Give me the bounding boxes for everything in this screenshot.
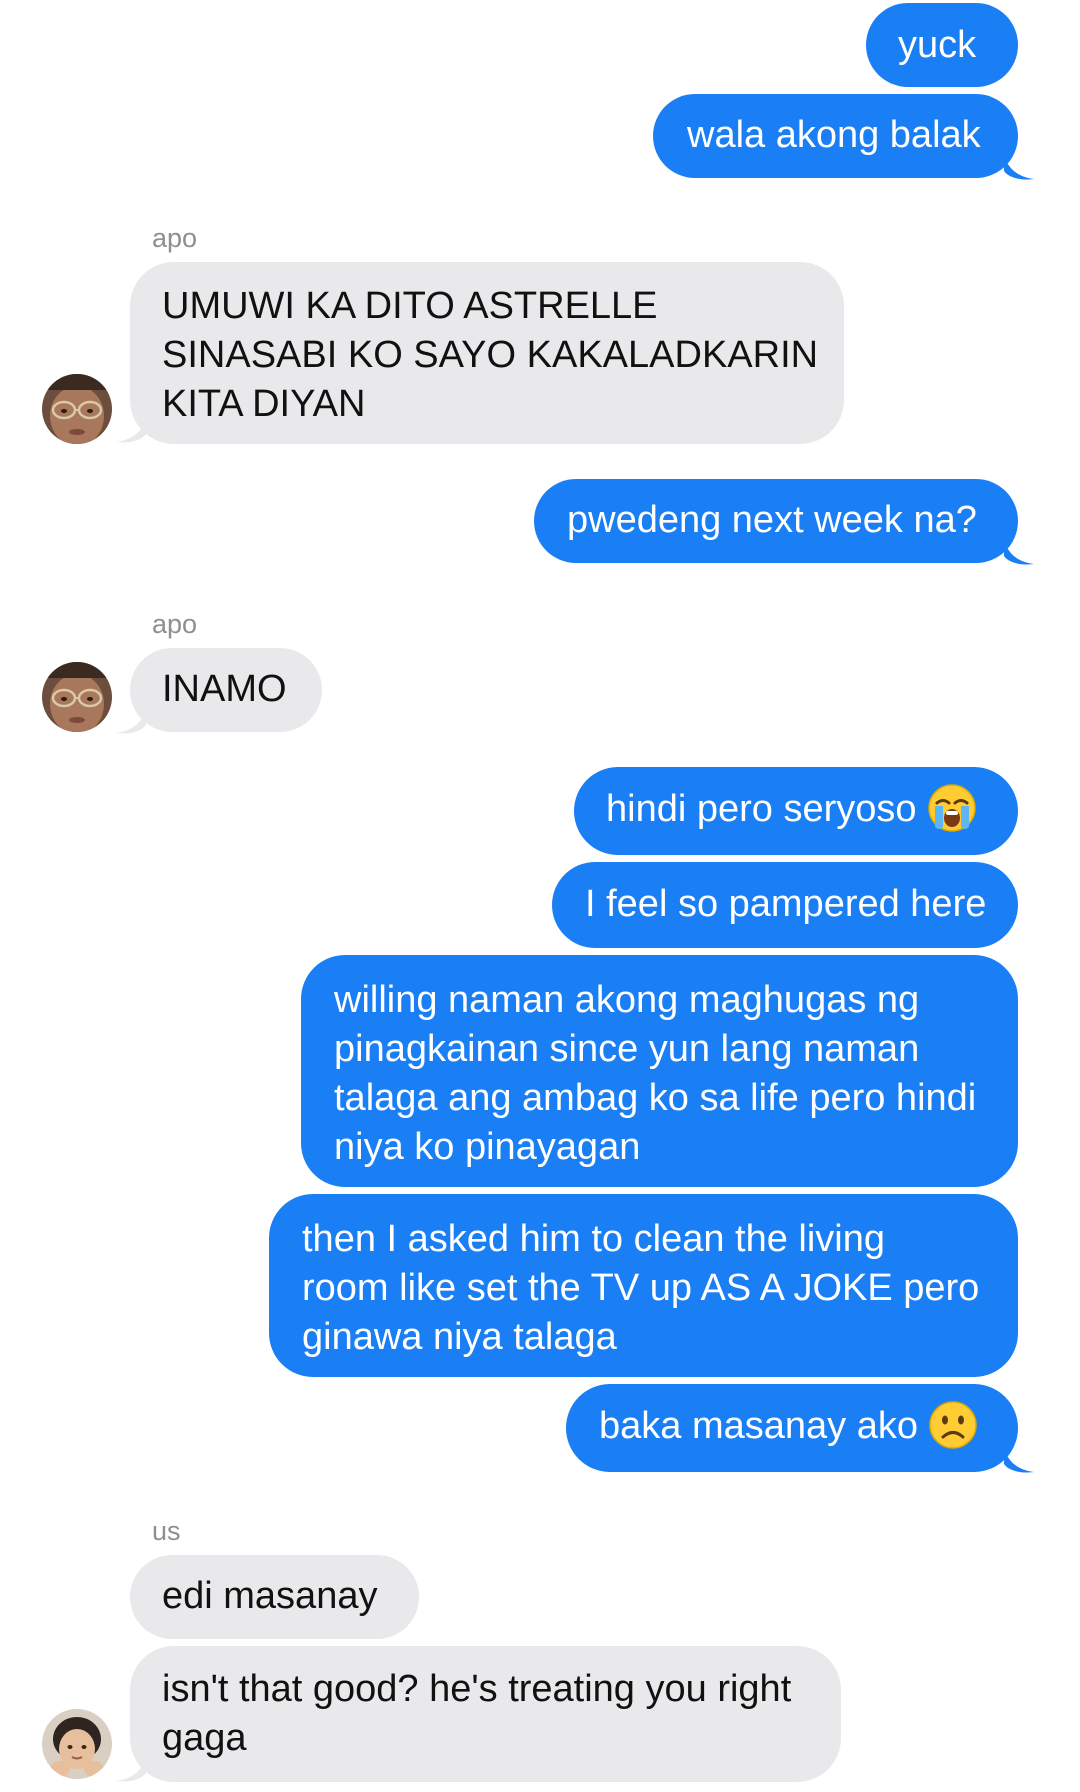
message-text: I feel so pampered here — [585, 883, 987, 925]
message-line: SINASABI KO SAYO KAKALADKARIN — [162, 334, 819, 376]
bubble-tail — [116, 709, 146, 734]
message-text: pwedeng next week na? — [567, 499, 977, 541]
message-line: then I asked him to clean the living — [302, 1218, 886, 1260]
bubble-tail — [1004, 155, 1034, 180]
message-line: niya ko pinayagan — [334, 1126, 641, 1168]
message-line: pinagkainan since yun lang naman — [334, 1028, 920, 1070]
outgoing-message[interactable]: willing naman akong maghugas ng pinagkai… — [301, 955, 1018, 1187]
outgoing-message[interactable]: I feel so pampered here — [552, 862, 1018, 948]
avatar-image — [42, 374, 112, 444]
message-text: INAMO — [162, 668, 287, 710]
bubble-tail — [1004, 540, 1034, 565]
message-line: ginawa niya talaga — [302, 1316, 617, 1358]
avatar-apo[interactable] — [42, 662, 112, 732]
incoming-message[interactable]: isn't that good? he's treating you right… — [130, 1646, 841, 1782]
message-line: willing naman akong maghugas ng — [334, 979, 920, 1021]
message-line: gaga — [162, 1717, 247, 1759]
bubble-tail — [116, 418, 146, 443]
message-line: room like set the TV up AS A JOKE pero — [302, 1267, 980, 1309]
message-text: wala akong balak — [687, 114, 981, 156]
outgoing-message[interactable]: baka masanay ako — [566, 1384, 1018, 1472]
message-text: edi masanay — [162, 1575, 378, 1617]
incoming-message[interactable]: UMUWI KA DITO ASTRELLE SINASABI KO SAYO … — [130, 262, 844, 444]
message-line: isn't that good? he's treating you right — [162, 1668, 792, 1710]
sender-label: apo — [152, 609, 198, 639]
bubble-tail — [116, 1757, 146, 1782]
outgoing-message[interactable]: wala akong balak — [653, 94, 1018, 178]
bubble-tail — [1004, 1448, 1034, 1473]
message-line: talaga ang ambag ko sa life pero hindi — [334, 1077, 977, 1119]
sender-label: apo — [152, 223, 198, 253]
avatar-image — [42, 1709, 112, 1779]
message-text: baka masanay ako — [599, 1405, 918, 1447]
loudly-crying-face-icon — [927, 783, 977, 833]
avatar-apo[interactable] — [42, 374, 112, 444]
outgoing-message[interactable]: pwedeng next week na? — [534, 479, 1018, 563]
frowning-face-icon — [928, 1400, 978, 1450]
avatar-us[interactable] — [42, 1709, 112, 1779]
message-line: UMUWI KA DITO ASTRELLE — [162, 285, 658, 327]
message-line: KITA DIYAN — [162, 383, 366, 425]
sender-label: us — [152, 1516, 181, 1546]
outgoing-message[interactable]: yuck — [866, 3, 1018, 87]
outgoing-message[interactable]: hindi pero seryoso — [574, 767, 1018, 855]
avatar-image — [42, 662, 112, 732]
message-text: hindi pero seryoso — [606, 788, 917, 830]
outgoing-message[interactable]: then I asked him to clean the living roo… — [269, 1194, 1018, 1377]
message-text: yuck — [898, 24, 977, 66]
incoming-message[interactable]: edi masanay — [130, 1555, 419, 1639]
incoming-message[interactable]: INAMO — [130, 648, 322, 732]
